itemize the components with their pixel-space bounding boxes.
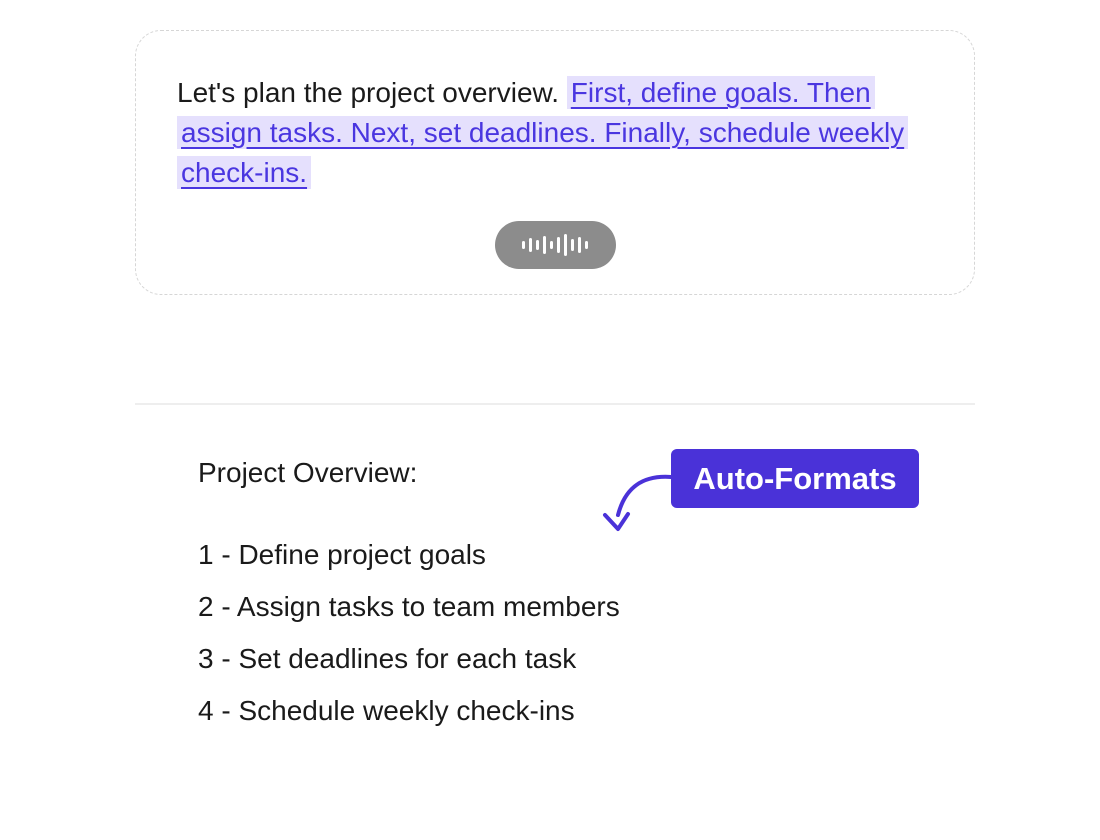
transcript-static-text: Let's plan the project overview.	[177, 77, 560, 108]
audio-waveform-icon	[521, 234, 588, 256]
list-item: 4 - Schedule weekly check-ins	[198, 695, 575, 726]
dictation-waveform-button[interactable]	[495, 221, 616, 269]
curved-arrow-icon	[603, 474, 673, 531]
section-divider	[135, 403, 975, 405]
list-item: 2 - Assign tasks to team members	[198, 591, 620, 622]
list-item: 1 - Define project goals	[198, 539, 486, 570]
list-item: 3 - Set deadlines for each task	[198, 643, 577, 674]
auto-formats-badge: Auto-Formats	[671, 449, 919, 508]
dictation-card: Let's plan the project overview. First, …	[135, 30, 975, 295]
output-list: 1 - Define project goals 2 - Assign task…	[198, 537, 818, 745]
transcript[interactable]: Let's plan the project overview. First, …	[177, 73, 957, 193]
